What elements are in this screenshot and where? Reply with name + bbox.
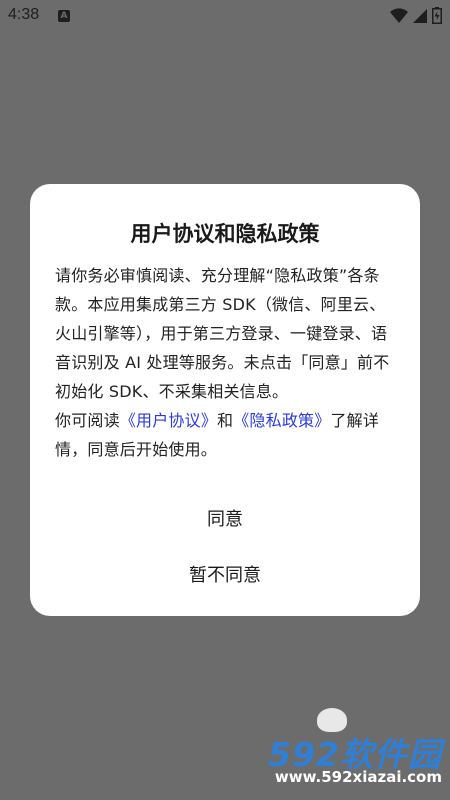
dialog-title: 用户协议和隐私政策 — [130, 222, 320, 246]
watermark-url: www.592xiazai.com — [274, 768, 442, 786]
status-time: 4:38 — [8, 6, 40, 23]
signal-icon — [413, 8, 427, 23]
links-paragraph: 你可阅读《用户协议》和《隐私政策》了解详情，同意后开始使用。 — [55, 406, 400, 464]
and-text: 和 — [217, 411, 234, 430]
dialog-body: 请你务必审慎阅读、充分理解“隐私政策”各条款。本应用集成第三方 SDK（微信、阿… — [55, 261, 400, 464]
notification-icon: A — [58, 10, 70, 22]
user-agreement-link[interactable]: 《用户协议》 — [120, 411, 217, 430]
disagree-button[interactable]: 暂不同意 — [30, 558, 420, 594]
status-bar: 4:38 A — [0, 0, 450, 32]
wifi-icon — [390, 7, 408, 23]
battery-icon — [432, 7, 442, 24]
links-prefix: 你可阅读 — [55, 411, 120, 430]
status-icons — [390, 7, 442, 24]
consent-paragraph: 请你务必审慎阅读、充分理解“隐私政策”各条款。本应用集成第三方 SDK（微信、阿… — [55, 266, 390, 401]
agree-button[interactable]: 同意 — [30, 502, 420, 538]
watermark: 592软件园 www.592xiazai.com — [242, 702, 442, 792]
consent-dialog: 用户协议和隐私政策 请你务必审慎阅读、充分理解“隐私政策”各条款。本应用集成第三… — [30, 184, 420, 616]
privacy-policy-link[interactable]: 《隐私政策》 — [233, 411, 330, 430]
